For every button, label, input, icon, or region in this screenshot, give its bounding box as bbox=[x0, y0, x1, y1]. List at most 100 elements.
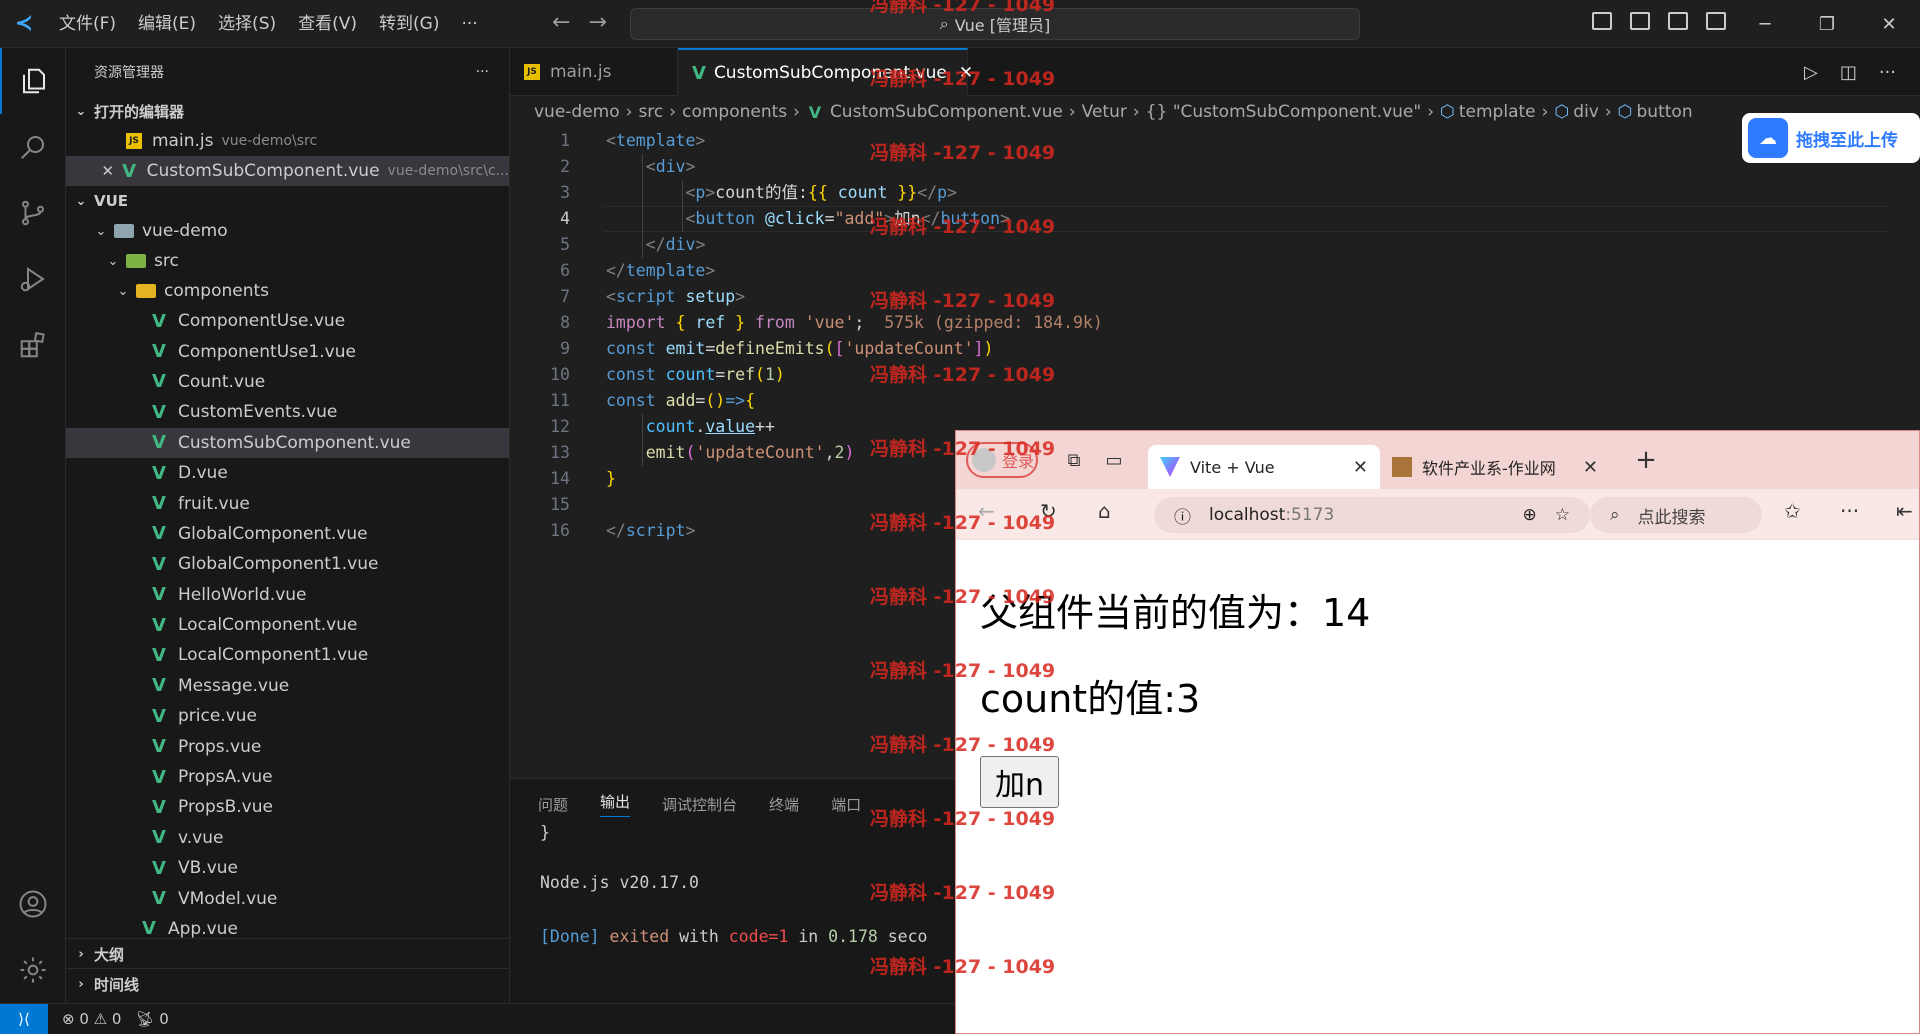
panel-tab-output[interactable]: 输出 bbox=[600, 791, 631, 817]
panel-tab-debug-console[interactable]: 调试控制台 bbox=[662, 794, 737, 815]
tree-file-item[interactable]: V PropsB.vue bbox=[66, 792, 509, 822]
open-editors-section[interactable]: ⌄ 打开的编辑器 bbox=[66, 96, 509, 126]
minimize-icon[interactable]: ─ bbox=[1734, 0, 1796, 48]
menu-go[interactable]: 转到(G) bbox=[368, 0, 450, 48]
tree-file-item[interactable]: V Count.vue bbox=[66, 367, 509, 397]
breadcrumb-item[interactable]: components bbox=[682, 102, 787, 122]
add-n-button[interactable]: 加n bbox=[980, 756, 1060, 808]
tree-file-item[interactable]: Vprice.vue bbox=[66, 701, 509, 731]
sidebar-toggle-icon[interactable]: ⇤ bbox=[1896, 499, 1913, 523]
panel-tab-ports[interactable]: 端口 bbox=[831, 794, 861, 815]
menu-more[interactable]: ··· bbox=[450, 0, 488, 48]
tree-file-item[interactable]: V Message.vue bbox=[66, 671, 509, 701]
breadcrumb-item[interactable]: {} "CustomSubComponent.vue" bbox=[1146, 102, 1422, 122]
breadcrumb-item[interactable]: div bbox=[1573, 102, 1599, 122]
tree-file-item[interactable]: V ComponentUse1.vue bbox=[66, 336, 509, 366]
explorer-icon[interactable] bbox=[0, 48, 66, 114]
outline-row[interactable]: › 大纲 bbox=[66, 939, 510, 969]
tree-file-item[interactable]: V LocalComponent1.vue bbox=[66, 640, 509, 670]
tree-file-item[interactable]: V ComponentUse.vue bbox=[66, 306, 509, 336]
tree-file-item[interactable]: V VB.vue bbox=[66, 853, 509, 883]
breadcrumb-item[interactable]: src bbox=[638, 102, 663, 122]
ports-indicator[interactable]: 📡︎ 0 bbox=[135, 1010, 168, 1028]
source-control-icon[interactable] bbox=[0, 180, 66, 246]
tree-file-item[interactable]: V GlobalComponent1.vue bbox=[66, 549, 509, 579]
close-tab-icon[interactable]: ✕ bbox=[959, 63, 973, 83]
extensions-icon[interactable] bbox=[0, 312, 66, 378]
split-editor-icon[interactable]: ◫ bbox=[1840, 62, 1857, 83]
tab-main-js[interactable]: JS main.js bbox=[510, 48, 678, 96]
open-editor-item[interactable]: ✕ V CustomSubComponent.vue vue-demo\src\… bbox=[66, 156, 509, 186]
address-bar[interactable]: ⓘ localhost:5173 ⊕ ☆ bbox=[1154, 497, 1590, 533]
browser-tab-homework[interactable]: 软件产业系-作业网 ✕ bbox=[1380, 445, 1610, 489]
tree-file-item[interactable]: V VModel.vue bbox=[66, 883, 509, 913]
panel-tab-terminal[interactable]: 终端 bbox=[769, 794, 799, 815]
favorites-icon[interactable]: ✩ bbox=[1784, 499, 1801, 523]
close-tab-icon[interactable]: ✕ bbox=[1583, 457, 1598, 478]
tree-file-item[interactable]: V HelloWorld.vue bbox=[66, 580, 509, 610]
breadcrumb-item[interactable]: CustomSubComponent.vue bbox=[830, 102, 1063, 122]
tree-file-item[interactable]: V Props.vue bbox=[66, 731, 509, 761]
panel-tab-problems[interactable]: 问题 bbox=[538, 794, 568, 815]
workspace-section[interactable]: ⌄ VUE bbox=[66, 186, 509, 216]
run-debug-icon[interactable] bbox=[0, 246, 66, 312]
favorite-star-icon[interactable]: ☆ bbox=[1555, 505, 1570, 525]
browser-tab-vite[interactable]: Vite + Vue ✕ bbox=[1148, 445, 1380, 489]
new-tab-icon[interactable]: + bbox=[1626, 445, 1666, 475]
tree-folder-vue-demo[interactable]: ⌄ vue-demo bbox=[66, 216, 509, 246]
command-center[interactable]: ⌕ Vue [管理员] bbox=[630, 8, 1360, 40]
account-icon[interactable] bbox=[0, 871, 66, 937]
tree-folder-src[interactable]: ⌄ src bbox=[66, 246, 509, 276]
restore-icon[interactable]: ❐ bbox=[1796, 0, 1858, 48]
menu-view[interactable]: 查看(V) bbox=[287, 0, 368, 48]
login-button[interactable]: 登录 bbox=[966, 442, 1038, 478]
settings-gear-icon[interactable] bbox=[0, 937, 66, 1003]
toggle-panel-icon[interactable] bbox=[1630, 12, 1650, 30]
zoom-icon[interactable]: ⊕ bbox=[1523, 505, 1537, 525]
tree-file-item[interactable]: V D.vue bbox=[66, 458, 509, 488]
search-icon: ⌕ bbox=[1610, 505, 1620, 525]
menu-file[interactable]: 文件(F) bbox=[48, 0, 127, 48]
open-editor-item[interactable]: JS main.js vue-demo\src bbox=[66, 126, 509, 156]
tree-file-item[interactable]: V CustomEvents.vue bbox=[66, 397, 509, 427]
tree-file-item[interactable]: V PropsA.vue bbox=[66, 762, 509, 792]
breadcrumb-item[interactable]: template bbox=[1459, 102, 1536, 122]
breadcrumb-item[interactable]: Vetur bbox=[1082, 102, 1127, 122]
tab-custom-sub-component[interactable]: V CustomSubComponent.vue ✕ bbox=[678, 48, 973, 96]
tree-file-item[interactable]: V LocalComponent.vue bbox=[66, 610, 509, 640]
outline-section[interactable]: › 大纲 bbox=[66, 938, 510, 969]
tree-file-item[interactable]: Vv.vue bbox=[66, 823, 509, 853]
forward-arrow-icon[interactable]: → bbox=[588, 10, 606, 35]
search-icon[interactable] bbox=[0, 114, 66, 180]
more-menu-icon[interactable]: ··· bbox=[1840, 499, 1859, 523]
breadcrumb-item[interactable]: vue-demo bbox=[534, 102, 620, 122]
timeline-row[interactable]: › 时间线 bbox=[66, 969, 510, 999]
baidu-upload-widget[interactable]: ☁ 拖拽至此上传 bbox=[1742, 113, 1920, 163]
tree-folder-components[interactable]: ⌄ components bbox=[66, 276, 509, 306]
collections-icon[interactable]: ⧉ bbox=[1054, 450, 1094, 471]
more-actions-icon[interactable]: ··· bbox=[1879, 62, 1896, 83]
tree-file-item[interactable]: V CustomSubComponent.vue bbox=[66, 427, 509, 458]
browser-search-box[interactable]: ⌕ 点此搜索 bbox=[1590, 497, 1762, 533]
menu-selection[interactable]: 选择(S) bbox=[207, 0, 287, 48]
breadcrumb-item[interactable]: button bbox=[1637, 102, 1693, 122]
tab-actions-icon[interactable]: ▭ bbox=[1094, 450, 1134, 471]
back-icon[interactable]: ← bbox=[978, 499, 995, 523]
close-tab-icon[interactable]: ✕ bbox=[1353, 457, 1368, 478]
remote-indicator-icon[interactable]: ⟩⟨ bbox=[0, 1003, 48, 1034]
timeline-section[interactable]: › 时间线 bbox=[66, 968, 510, 999]
back-arrow-icon[interactable]: ← bbox=[552, 10, 570, 35]
errors-indicator[interactable]: ⊗ 0 ⚠ 0 bbox=[62, 1010, 121, 1028]
close-icon[interactable]: ✕ bbox=[1858, 0, 1920, 48]
explorer-more-icon[interactable]: ··· bbox=[476, 64, 489, 80]
tree-file-item[interactable]: Vfruit.vue bbox=[66, 488, 509, 518]
toggle-primary-sidebar-icon[interactable] bbox=[1592, 12, 1612, 30]
tree-file-item[interactable]: V GlobalComponent.vue bbox=[66, 519, 509, 549]
refresh-icon[interactable]: ↻ bbox=[1040, 499, 1057, 523]
menu-edit[interactable]: 编辑(E) bbox=[127, 0, 207, 48]
home-icon[interactable]: ⌂ bbox=[1098, 499, 1111, 523]
toggle-secondary-sidebar-icon[interactable] bbox=[1668, 12, 1688, 30]
customize-layout-icon[interactable] bbox=[1706, 12, 1726, 30]
run-icon[interactable]: ▷ bbox=[1804, 62, 1818, 83]
close-editor-icon[interactable]: ✕ bbox=[100, 162, 116, 180]
